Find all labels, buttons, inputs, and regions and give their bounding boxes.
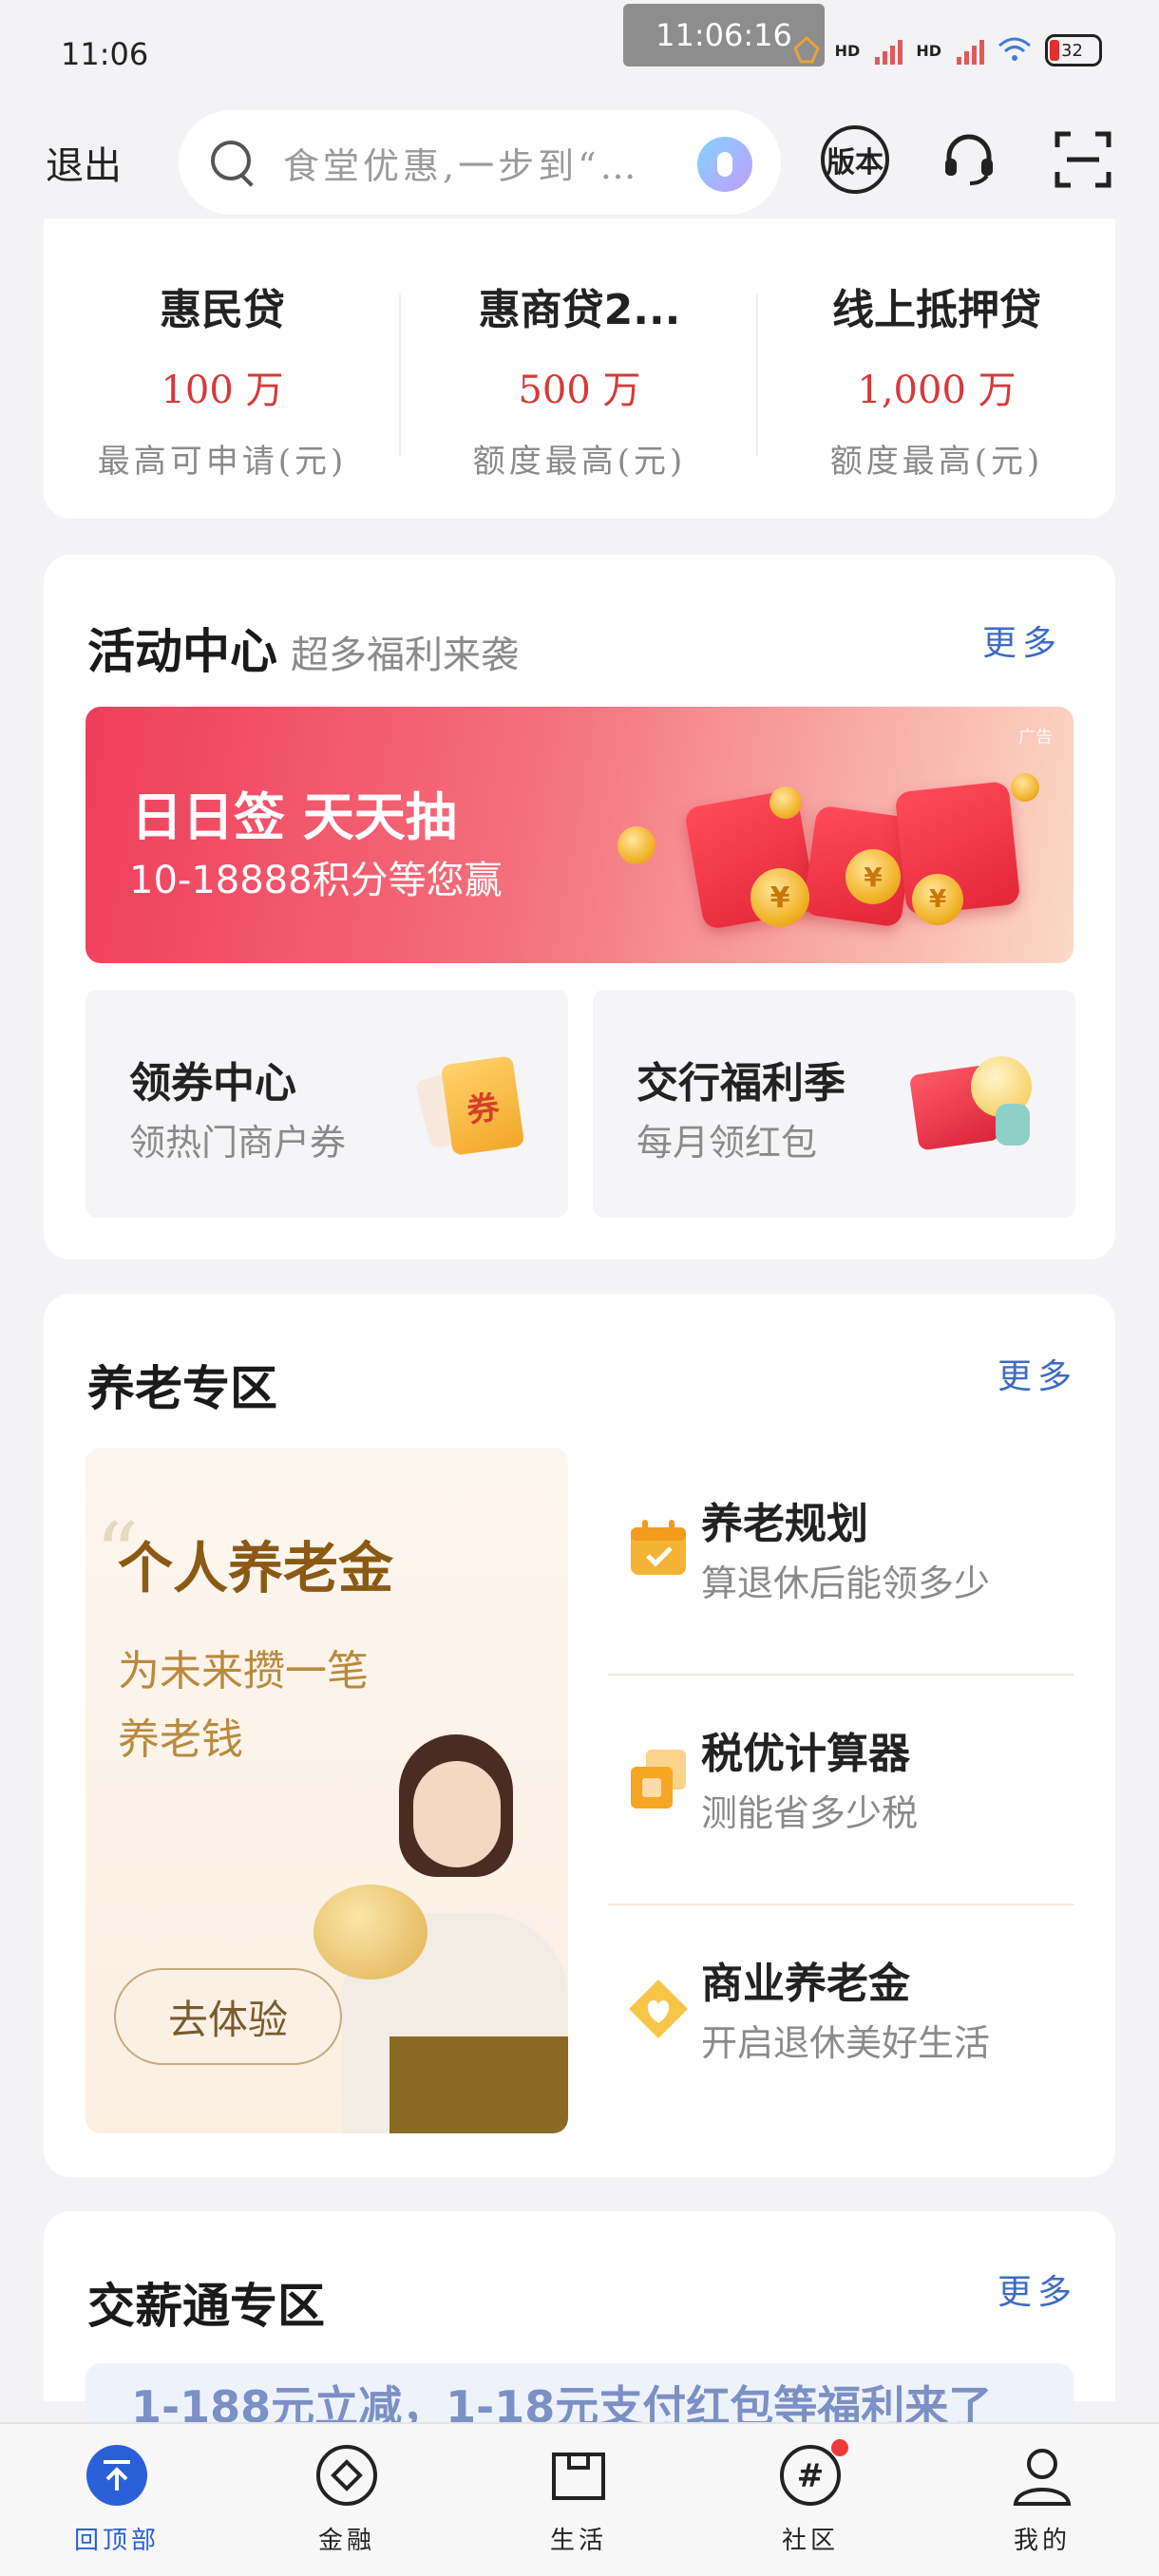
battery-icon: 32: [1045, 34, 1102, 66]
tab-finance[interactable]: 金融: [266, 2443, 428, 2556]
activity-banner[interactable]: 广告 日日签 天天抽 10-18888积分等您赢 ¥ ¥ ¥: [86, 707, 1074, 963]
location-icon: [792, 35, 820, 64]
status-time: 11:06: [61, 36, 149, 72]
loan-products-card: 惠民贷 100 万 最高可申请(元) 惠商贷2... 500 万 额度最高(元)…: [44, 218, 1115, 519]
loan-name: 惠民贷: [160, 286, 285, 334]
signal-label: HD: [834, 41, 861, 60]
banner-title: 日日签 天天抽: [131, 787, 457, 847]
loan-amount: 500 万: [518, 369, 641, 412]
signal-label: HD: [916, 41, 941, 60]
tab-back-to-top[interactable]: 回顶部: [36, 2443, 198, 2556]
version-label: 版本: [826, 146, 884, 180]
tile-title: 领券中心: [129, 1059, 296, 1108]
tab-label: 生活: [549, 2527, 607, 2555]
loan-item-huimin[interactable]: 惠民贷 100 万 最高可申请(元): [44, 275, 401, 482]
profile-icon: [1010, 2443, 1074, 2508]
tab-profile[interactable]: 我的: [961, 2443, 1123, 2556]
item-subtitle: 测能省多少税: [701, 1792, 919, 1834]
loan-desc: 额度最高(元): [472, 443, 687, 481]
status-icons: HD HD 32: [791, 34, 1102, 66]
item-subtitle: 开启退休美好生活: [701, 2022, 991, 2064]
battery-level: 32: [1061, 40, 1083, 61]
notification-dot: [831, 2439, 848, 2456]
activity-center-card: 活动中心 超多福利来袭 更多 广告 日日签 天天抽 10-18888积分等您赢 ¥…: [44, 555, 1115, 1260]
search-icon: [207, 137, 258, 188]
divider: [608, 1904, 1074, 1905]
salary-more-link[interactable]: 更多: [998, 2264, 1077, 2314]
coupon-center-tile[interactable]: 领券中心 领热门商户券 券: [86, 990, 568, 1218]
item-title: 税优计算器: [701, 1730, 910, 1778]
exit-button[interactable]: 退出: [46, 135, 122, 190]
red-envelope-icon: [908, 1056, 1047, 1161]
heart-icon: [629, 1979, 688, 2038]
ad-tag: 广告: [1018, 728, 1053, 748]
salary-title: 交薪通专区: [87, 2278, 325, 2334]
top-nav: 退出 食堂优惠,一步到“… 版本: [0, 104, 1159, 218]
pension-title: 养老专区: [87, 1360, 277, 1416]
tab-label: 金融: [317, 2527, 375, 2555]
tile-subtitle: 每月领红包: [636, 1122, 818, 1164]
version-switch-button[interactable]: 版本: [821, 125, 889, 194]
feature-title: 个人养老金: [118, 1536, 394, 1601]
tab-life[interactable]: 生活: [498, 2443, 659, 2556]
loan-name: 惠商贷2...: [478, 286, 681, 334]
tab-label: 我的: [1013, 2527, 1071, 2555]
section-title: 活动中心 超多福利来袭: [87, 614, 519, 682]
calendar-icon: [631, 1520, 686, 1575]
coupon-icon: 券: [408, 1052, 525, 1157]
search-placeholder: 食堂优惠,一步到“…: [283, 144, 640, 187]
commercial-pension-item[interactable]: 商业养老金 开启退休美好生活: [608, 1907, 1083, 2135]
community-icon: #: [778, 2439, 848, 2508]
loan-amount: 1,000 万: [857, 369, 1016, 412]
loan-name: 线上抵押贷: [832, 286, 1041, 334]
signal-icon: [957, 36, 984, 65]
status-bar: 11:06 11:06:16 HD HD 32: [0, 0, 1159, 104]
item-subtitle: 算退休后能领多少: [701, 1563, 991, 1604]
welfare-season-tile[interactable]: 交行福利季 每月领红包: [593, 990, 1075, 1218]
calculator-icon: [631, 1750, 686, 1809]
search-input[interactable]: 食堂优惠,一步到“…: [179, 110, 781, 215]
wifi-icon: [998, 37, 1031, 61]
coupon-icon-text: 券: [440, 1055, 525, 1156]
item-title: 养老规划: [701, 1500, 868, 1548]
activity-title: 活动中心: [87, 623, 277, 679]
loan-desc: 额度最高(元): [829, 443, 1044, 481]
personal-pension-feature[interactable]: “ 个人养老金 为未来攒一笔 养老钱 去体验: [86, 1448, 568, 2133]
tile-subtitle: 领热门商户券: [129, 1122, 347, 1164]
tab-community[interactable]: # 社区: [730, 2439, 891, 2556]
pension-zone-card: 养老专区 更多 “ 个人养老金 为未来攒一笔 养老钱 去体验 养老规划 算退休后…: [44, 1294, 1115, 2177]
try-now-button[interactable]: 去体验: [114, 1968, 342, 2065]
banner-subtitle: 10-18888积分等您赢: [129, 859, 503, 902]
tile-title: 交行福利季: [636, 1059, 846, 1108]
svg-text:#: #: [797, 2457, 825, 2495]
salary-zone-card: 交薪通专区 更多 1-188元立减，1-18元支付红包等福利来了: [44, 2211, 1115, 2439]
loan-desc: 最高可申请(元): [97, 443, 348, 481]
scan-icon[interactable]: [1049, 125, 1117, 194]
loan-amount: 100 万: [161, 369, 284, 412]
woman-with-piggy-bank-image: [276, 1723, 568, 2133]
tab-label: 社区: [781, 2527, 839, 2555]
customer-service-icon[interactable]: [935, 125, 1003, 194]
loan-item-mortgage[interactable]: 线上抵押贷 1,000 万 额度最高(元): [758, 275, 1115, 482]
activity-subtitle: 超多福利来袭: [291, 634, 519, 677]
loan-item-huishang[interactable]: 惠商贷2... 500 万 额度最高(元): [401, 275, 758, 482]
item-title: 商业养老金: [701, 1960, 910, 2008]
tax-calculator-item[interactable]: 税优计算器 测能省多少税: [608, 1677, 1083, 1905]
finance-icon: [314, 2443, 379, 2508]
activity-more-link[interactable]: 更多: [982, 616, 1062, 665]
tab-label: 回顶部: [73, 2527, 160, 2555]
bottom-tab-bar: 回顶部 金融 生活 # 社区 我的: [0, 2422, 1159, 2576]
feature-line-1: 为未来攒一笔: [118, 1647, 369, 1695]
voice-search-icon[interactable]: [697, 137, 752, 192]
divider: [608, 1674, 1074, 1676]
back-to-top-icon: [85, 2443, 149, 2508]
life-icon: [546, 2443, 611, 2508]
pension-more-link[interactable]: 更多: [998, 1349, 1077, 1398]
signal-icon: [875, 36, 903, 65]
pension-planning-item[interactable]: 养老规划 算退休后能领多少: [608, 1448, 1083, 1676]
